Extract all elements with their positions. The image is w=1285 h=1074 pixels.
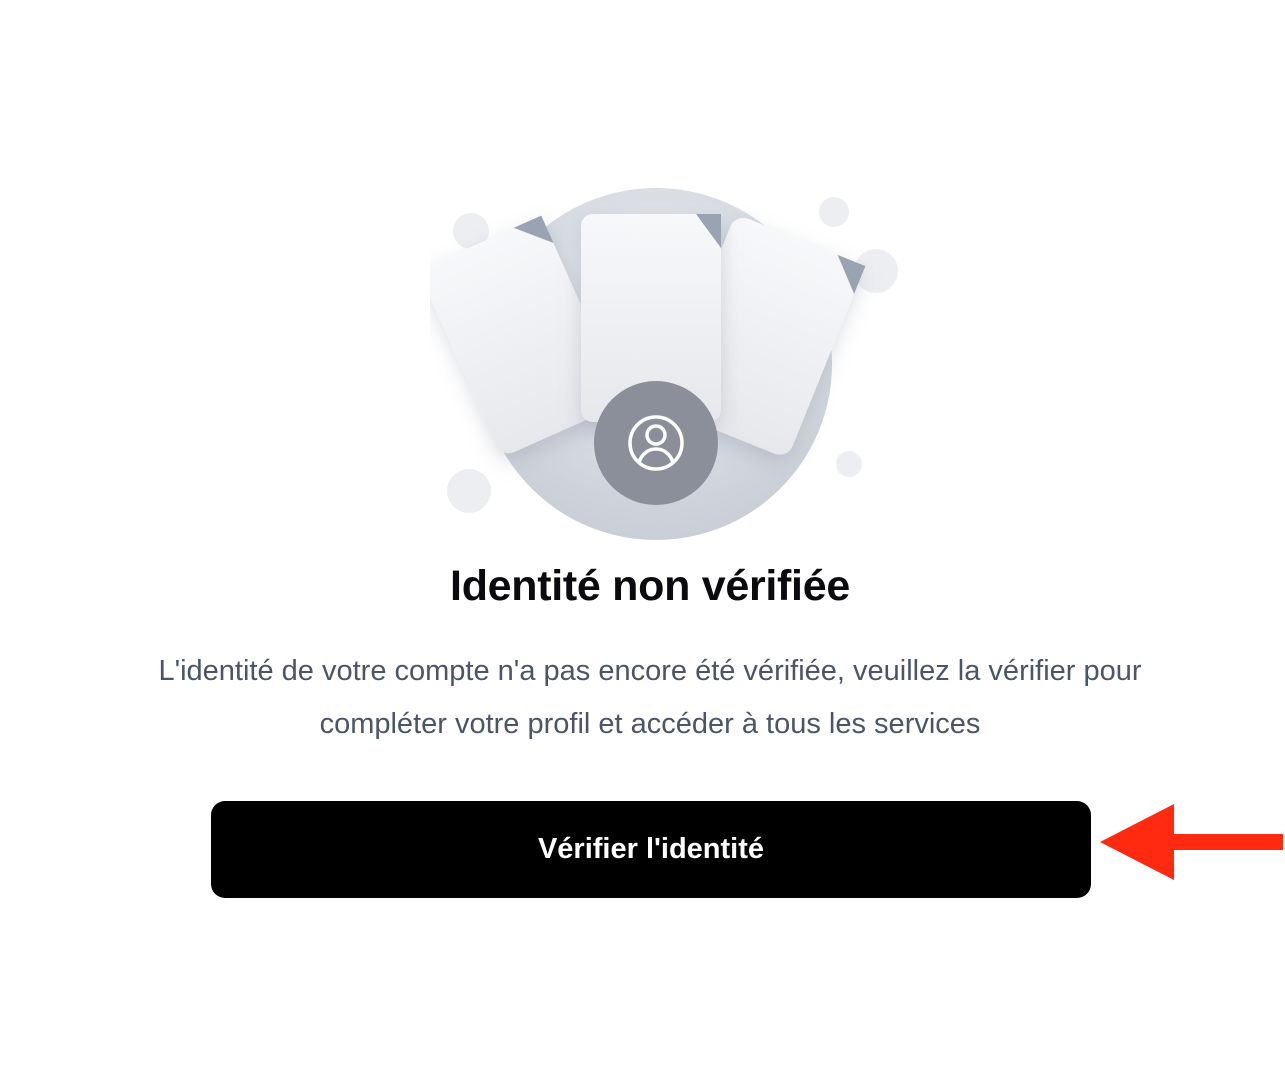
verify-identity-button[interactable]: Vérifier l'identité	[211, 801, 1091, 898]
red-arrow-icon	[1100, 804, 1283, 880]
description-line-1: L'identité de votre compte n'a pas encor…	[158, 655, 1142, 687]
decor-bubble	[447, 469, 491, 513]
id-documents-illustration-icon	[430, 188, 898, 540]
decor-bubble	[819, 197, 849, 227]
description-line-2: compléter votre profil et accéder à tous…	[319, 708, 981, 740]
page-title: Identité non vérifiée	[450, 562, 850, 610]
status-description: L'identité de votre compte n'a pas encor…	[80, 645, 1220, 751]
identity-verification-screen: Identité non vérifiée L'identité de votr…	[0, 0, 1285, 1074]
decor-bubble	[836, 451, 862, 477]
